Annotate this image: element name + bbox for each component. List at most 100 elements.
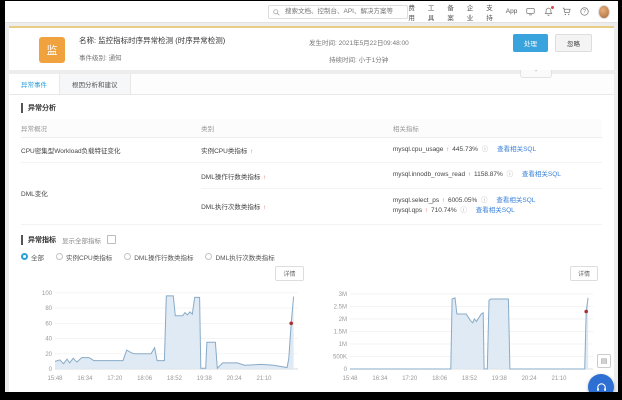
cpu-chart-detail-button[interactable]: 详情 xyxy=(275,266,303,281)
nav-item-tools[interactable]: 工具 xyxy=(428,2,438,22)
show-all-metrics-checkbox[interactable] xyxy=(107,235,116,244)
arrow-up-icon: ↑ xyxy=(250,148,253,155)
metric-name: mysql.cpu_usage xyxy=(393,146,444,153)
arrow-up-icon: ↑ xyxy=(468,171,471,178)
content-card: 异常事件 根因分析和建议 异常分析 异常概况 类别 相关指标 CPU密集型Wor… xyxy=(9,74,614,392)
radio-dot-icon xyxy=(205,253,212,260)
nav-item-app[interactable]: App xyxy=(506,8,518,15)
anomaly-analysis-table: 异常概况 类别 相关指标 CPU密集型Workload负载特征变化 实例CPU类… xyxy=(21,119,602,225)
nav-item-company[interactable]: 企业 xyxy=(467,2,477,22)
view-sql-link[interactable]: 查看相关SQL xyxy=(476,207,515,214)
category-cell: DML执行次数类指标 ↑ xyxy=(201,188,393,224)
radio-dml-exec-metrics[interactable]: DML执行次数类指标 xyxy=(205,252,274,262)
nav-item-icp[interactable]: 备案 xyxy=(447,2,457,22)
radio-cpu-metrics[interactable]: 实例CPU类指标 xyxy=(56,252,112,262)
metric-name: mysql.qps xyxy=(393,207,422,214)
svg-text:1M: 1M xyxy=(338,342,346,348)
feedback-icon[interactable]: ▤ xyxy=(597,354,611,368)
svg-text:18:52: 18:52 xyxy=(461,376,477,382)
overview-cell: CPU密集型Workload负载特征变化 xyxy=(21,138,201,163)
metric-delta: 6005.05% xyxy=(448,197,477,204)
radio-all[interactable]: 全部 xyxy=(21,252,44,262)
category-label: 实例CPU类指标 xyxy=(201,148,247,155)
svg-text:21:10: 21:10 xyxy=(256,376,272,382)
svg-text:20:24: 20:24 xyxy=(521,376,537,382)
user-avatar[interactable] xyxy=(598,5,610,19)
svg-text:500K: 500K xyxy=(332,354,346,360)
radio-label: 全部 xyxy=(31,252,44,262)
svg-text:17:20: 17:20 xyxy=(107,376,123,382)
cart-icon[interactable] xyxy=(562,7,571,16)
tab-anomaly-event[interactable]: 异常事件 xyxy=(9,74,60,94)
arrow-up-icon: ↑ xyxy=(263,174,266,181)
arrow-up-icon: ↑ xyxy=(425,207,428,214)
nav-item-support[interactable]: 支持 xyxy=(486,2,496,22)
svg-text:40: 40 xyxy=(45,336,52,342)
metric-delta: 445.73% xyxy=(452,146,478,153)
metric-filter-group: 全部 实例CPU类指标 DML操作行数类指标 DML执行次数类指标 xyxy=(21,252,602,262)
svg-text:1.5M: 1.5M xyxy=(333,329,346,335)
svg-text:21:10: 21:10 xyxy=(551,376,567,382)
arrow-up-icon: ↑ xyxy=(263,204,266,211)
tab-root-cause[interactable]: 根因分析和建议 xyxy=(60,74,131,94)
radio-dot-icon xyxy=(56,253,63,260)
radio-dot-icon xyxy=(21,253,28,260)
overview-cell: DML变化 xyxy=(21,163,201,224)
svg-text:16:34: 16:34 xyxy=(77,376,93,382)
view-sql-link[interactable]: 查看相关SQL xyxy=(496,197,535,204)
ignore-button[interactable]: 忽略 xyxy=(555,34,592,52)
metric-delta: 710.74% xyxy=(431,207,457,214)
svg-text:18:52: 18:52 xyxy=(167,376,183,382)
category-cell: DML操作行数类指标 ↑ xyxy=(201,163,393,188)
radio-label: DML操作行数类指标 xyxy=(134,252,193,262)
metric-name: mysql.innodb_rows_read xyxy=(393,171,465,178)
info-icon[interactable]: ⓘ xyxy=(482,146,489,153)
bell-icon[interactable] xyxy=(544,7,553,16)
svg-text:2.5M: 2.5M xyxy=(333,304,346,310)
svg-text:17:20: 17:20 xyxy=(402,376,418,382)
svg-text:19:38: 19:38 xyxy=(491,376,507,382)
svg-text:100: 100 xyxy=(42,290,53,296)
column-metrics: 相关指标 xyxy=(393,119,602,138)
metric-name: mysql.select_ps xyxy=(393,197,439,204)
svg-text:0: 0 xyxy=(49,367,53,373)
column-category: 类别 xyxy=(201,119,393,138)
anomaly-analysis-title: 异常分析 xyxy=(21,103,602,113)
rows-read-chart-detail-button[interactable]: 详情 xyxy=(570,266,598,281)
info-icon[interactable]: ⓘ xyxy=(460,207,467,214)
console-window: 费用 工具 备案 企业 支持 App ? 监 名称: 监控指标时序 xyxy=(5,1,618,392)
display-icon[interactable] xyxy=(526,7,535,16)
search-input[interactable] xyxy=(283,7,403,16)
notification-dot xyxy=(551,6,554,9)
metric-delta: 1158.87% xyxy=(474,171,503,178)
search-icon xyxy=(273,3,280,21)
search-box[interactable] xyxy=(268,5,408,19)
svg-text:16:34: 16:34 xyxy=(372,376,388,382)
svg-text:0: 0 xyxy=(343,367,347,373)
metrics-cell: mysql.cpu_usage ↑ 445.73% ⓘ 查看相关SQL xyxy=(393,138,602,163)
view-sql-link[interactable]: 查看相关SQL xyxy=(522,171,561,178)
headset-icon xyxy=(595,381,608,393)
svg-text:20: 20 xyxy=(45,351,52,357)
view-sql-link[interactable]: 查看相关SQL xyxy=(497,146,536,153)
category-label: DML操作行数类指标 xyxy=(201,174,260,181)
show-all-metrics-label: 显示全部指标 xyxy=(62,235,101,245)
svg-text:?: ? xyxy=(583,9,586,15)
arrow-up-icon: ↑ xyxy=(446,146,449,153)
handle-button[interactable]: 处理 xyxy=(513,34,548,52)
svg-text:20:24: 20:24 xyxy=(227,376,243,382)
column-overview: 异常概况 xyxy=(21,119,201,138)
rows-read-chart: 0500K1M1.5M2M2.5M3M15:4816:3417:2018:061… xyxy=(316,281,601,385)
top-nav: 费用 工具 备案 企业 支持 App ? xyxy=(5,1,618,23)
svg-text:19:38: 19:38 xyxy=(197,376,213,382)
svg-text:80: 80 xyxy=(45,306,52,312)
radio-label: DML执行次数类指标 xyxy=(215,252,274,262)
cpu-usage-chart-block: 详情 02040608010015:4816:3417:2018:0618:52… xyxy=(21,266,308,392)
radio-dml-rows-metrics[interactable]: DML操作行数类指标 xyxy=(124,252,193,262)
collapse-handle[interactable]: - xyxy=(520,70,552,78)
nav-item-billing[interactable]: 费用 xyxy=(408,2,418,22)
event-duration: 持续时间: 小于1分钟 xyxy=(329,54,409,64)
info-icon[interactable]: ⓘ xyxy=(507,171,514,178)
help-icon[interactable]: ? xyxy=(580,7,589,16)
info-icon[interactable]: ⓘ xyxy=(481,197,488,204)
